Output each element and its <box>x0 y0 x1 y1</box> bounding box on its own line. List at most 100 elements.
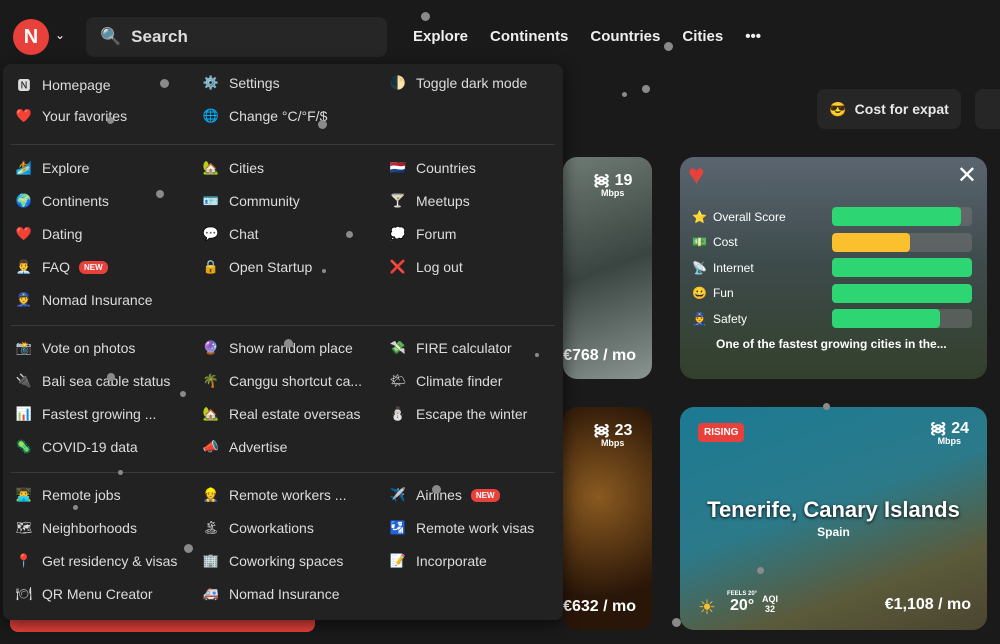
menu-item[interactable]: 💸 FIRE calculator <box>389 340 512 356</box>
nav-countries[interactable]: Countries <box>590 28 660 45</box>
menu-item[interactable]: 📸 Vote on photos <box>15 340 136 356</box>
menu-item[interactable]: 👨‍💻 Remote jobs <box>15 487 121 503</box>
score-label: Fun <box>712 286 734 300</box>
menu-item[interactable]: 🏢 Coworking spaces <box>202 553 343 569</box>
menu-item-icon: ❤️ <box>15 108 33 123</box>
nav-cities[interactable]: Cities <box>682 28 723 45</box>
score-bar-fill <box>832 232 911 252</box>
bottom-button[interactable] <box>10 618 315 632</box>
menu-item[interactable]: ⛄ Escape the winter <box>389 406 527 422</box>
menu-item[interactable]: 📣 Advertise <box>202 439 287 455</box>
menu-item[interactable]: 🚑 Nomad Insurance <box>202 586 340 602</box>
menu-item-label: Open Startup <box>229 259 313 275</box>
menu-item[interactable]: ❤️ Dating <box>15 226 83 242</box>
new-badge: NEW <box>470 488 500 502</box>
nav-explore[interactable]: Explore <box>413 28 468 45</box>
menu-item[interactable]: 👷 Remote workers ... <box>202 487 347 503</box>
menu-item[interactable]: 🔮 Show random place <box>202 340 353 356</box>
score-label: Internet <box>712 260 754 275</box>
close-icon[interactable]: ✕ <box>957 161 977 190</box>
menu-item-icon: 🔮 <box>202 340 220 355</box>
menu-item-icon: ❤️ <box>15 226 33 241</box>
snowflake <box>184 544 193 553</box>
menu-item[interactable]: 🌍 Continents <box>15 193 109 209</box>
snowflake <box>318 120 327 129</box>
menu-item[interactable]: 🌐 Change °C/°F/$ <box>202 108 327 124</box>
menu-item[interactable]: 🗺 Neighborhoods <box>15 520 137 536</box>
menu-item-label: FAQ <box>42 259 71 275</box>
menu-item-icon: 🪪 <box>202 193 220 208</box>
menu-item-label: Vote on photos <box>42 340 136 356</box>
menu-item[interactable]: 💬 Chat <box>202 226 259 242</box>
nav-continents[interactable]: Continents <box>490 28 568 45</box>
menu-item[interactable]: 🌴 Canggu shortcut ca... <box>202 373 362 389</box>
menu-item[interactable]: 🅽 Homepage <box>15 75 110 94</box>
menu-item-label: Settings <box>229 75 280 91</box>
menu-item[interactable]: ⚙️ Settings <box>202 75 280 91</box>
search-input[interactable]: 🔍 Search <box>86 17 387 57</box>
menu-item[interactable]: 🔌 Bali sea cable status <box>15 373 171 389</box>
divider <box>11 144 555 145</box>
score-icon: 💵 <box>692 235 707 249</box>
menu-item[interactable]: ✈️ Airlines NEW <box>389 487 500 503</box>
city-card[interactable]: ᯼ 23 Mbps €632 / mo <box>563 407 652 630</box>
menu-item-label: Get residency & visas <box>42 553 178 569</box>
menu-item-icon: 🗺 <box>15 520 33 535</box>
menu-item-label: Dating <box>42 226 83 242</box>
menu-item[interactable]: 🏡 Cities <box>202 160 264 176</box>
wifi-icon: ᯼ <box>593 172 615 189</box>
menu-item[interactable]: 📊 Fastest growing ... <box>15 406 156 422</box>
menu-item[interactable]: 🏝 Coworkations <box>202 520 314 536</box>
snowflake <box>757 567 764 574</box>
menu-item[interactable]: 🌓 Toggle dark mode <box>389 75 527 91</box>
menu-item[interactable]: 🏡 Real estate overseas <box>202 406 361 422</box>
menu-item-label: Countries <box>416 160 476 176</box>
menu-item[interactable]: 🔒 Open Startup <box>202 259 312 275</box>
sun-icon: ☀ <box>698 597 716 619</box>
city-name: Tenerife, Canary Islands <box>707 497 960 522</box>
menu-item-label: Log out <box>416 259 463 275</box>
menu-item-icon: 👨‍💻 <box>15 487 33 502</box>
aqi: AQI 32 <box>762 594 779 614</box>
divider <box>11 472 555 473</box>
score-icon: 📡 <box>692 260 707 275</box>
menu-item[interactable]: 💭 Forum <box>389 226 457 242</box>
menu-item[interactable]: 🦠 COVID-19 data <box>15 439 138 455</box>
menu-item[interactable]: 👨‍💼 FAQ NEW <box>15 259 108 275</box>
menu-item-icon: 🅽 <box>17 78 31 93</box>
menu-item[interactable]: 🏄 Explore <box>15 160 90 176</box>
score-bar-fill <box>832 258 972 277</box>
menu-item[interactable]: 🛂 Remote work visas <box>389 520 534 536</box>
menu-item[interactable]: 🍽 QR Menu Creator <box>15 586 153 602</box>
menu-item-label: Chat <box>229 226 259 242</box>
menu-item[interactable]: 🪪 Community <box>202 193 300 209</box>
menu-item[interactable]: 🍸 Meetups <box>389 193 470 209</box>
menu-item-icon: ✈️ <box>389 487 407 502</box>
menu-item-icon: 📣 <box>202 439 220 454</box>
dropdown-menu: 🅽 Homepage ⚙️ Settings 🌓 Toggle dark mode ❤️ Yo… <box>3 64 563 620</box>
snowflake <box>346 231 353 238</box>
menu-item[interactable]: ❌ Log out <box>389 259 463 275</box>
heart-icon[interactable]: ♥ <box>688 159 705 191</box>
logo-button[interactable]: N <box>13 19 49 55</box>
menu-item[interactable]: 🌤 Climate finder <box>389 373 503 389</box>
score-bar <box>832 232 972 252</box>
cost-for-expat-filter[interactable]: 😎 Cost for expat <box>817 89 961 129</box>
city-card-tenerife[interactable]: RISING ᯼ 24 Mbps Tenerife, Canary Islands… <box>680 407 987 630</box>
menu-item[interactable]: 👮 Nomad Insurance <box>15 292 153 308</box>
snowflake <box>156 190 164 198</box>
filter-button[interactable] <box>975 89 1000 129</box>
menu-item-label: Real estate overseas <box>229 406 361 422</box>
more-button[interactable]: ••• <box>745 28 761 45</box>
menu-item[interactable]: 🇳🇱 Countries <box>389 160 476 176</box>
score-label: Cost <box>712 235 738 249</box>
menu-item[interactable]: 📍 Get residency & visas <box>15 553 177 569</box>
chevron-down-icon[interactable]: ⌄ <box>55 28 65 42</box>
menu-item-icon: 🔒 <box>202 259 220 274</box>
city-card[interactable]: ᯼ 19 Mbps €768 / mo <box>563 157 652 379</box>
menu-item-icon: 👷 <box>202 487 220 502</box>
menu-item[interactable]: 📝 Incorporate <box>389 553 487 569</box>
menu-item-icon: 📊 <box>15 406 33 421</box>
score-row: ⭐ Overall Score <box>692 207 974 226</box>
city-card-hover[interactable]: ♥ ✕ ⭐ Overall Score 💵 Cost 📡 Internet 😀 Fun 👮 Saf… <box>680 157 987 379</box>
